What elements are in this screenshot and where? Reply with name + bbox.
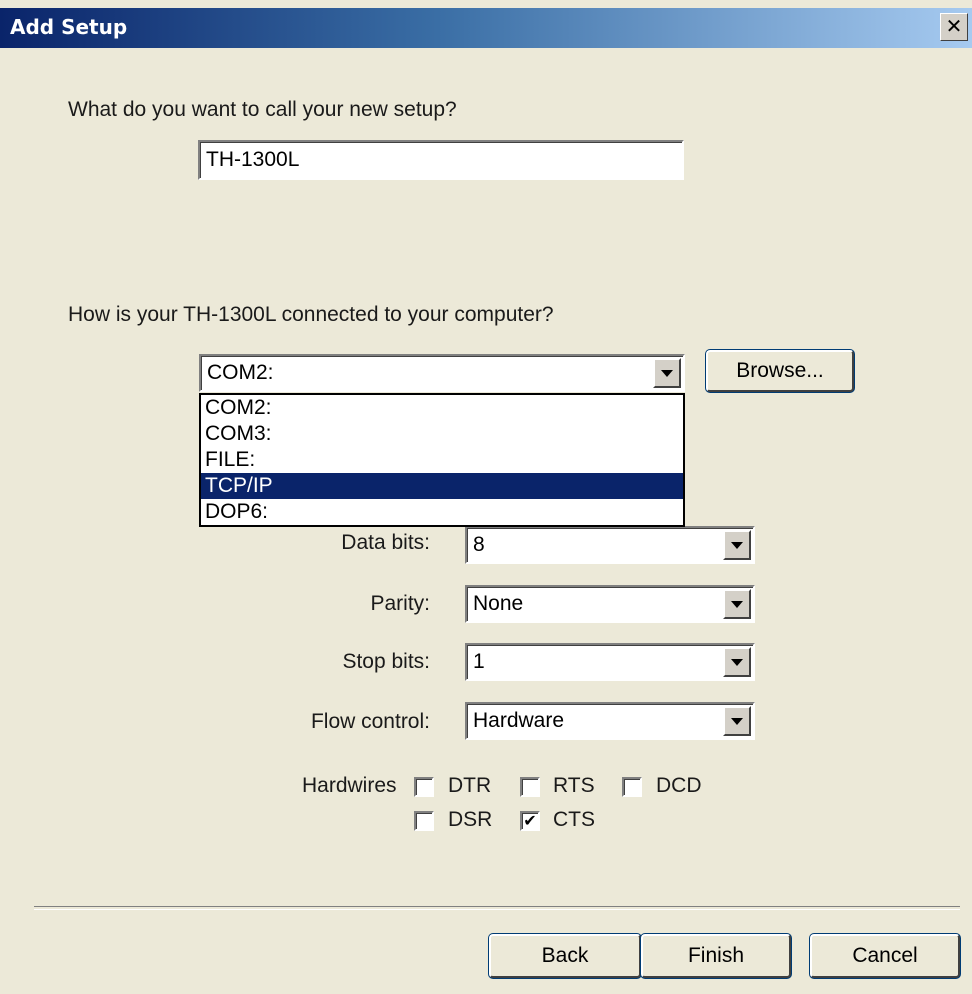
cts-label: CTS bbox=[553, 808, 595, 831]
close-icon[interactable]: ✕ bbox=[940, 13, 968, 41]
port-option[interactable]: COM2: bbox=[201, 395, 683, 421]
dtr-checkbox[interactable] bbox=[414, 777, 434, 797]
dsr-checkbox[interactable] bbox=[414, 811, 434, 831]
footer-divider bbox=[34, 906, 960, 910]
parity-select[interactable]: None bbox=[465, 585, 755, 623]
flow-control-value: Hardware bbox=[473, 709, 565, 732]
stop-bits-value: 1 bbox=[473, 650, 485, 673]
parity-label: Parity: bbox=[370, 592, 430, 615]
dcd-label: DCD bbox=[656, 774, 702, 797]
browse-button[interactable]: Browse... bbox=[706, 350, 854, 392]
port-option[interactable]: COM3: bbox=[201, 421, 683, 447]
chevron-down-icon[interactable] bbox=[723, 530, 751, 560]
port-select[interactable]: COM2: bbox=[199, 354, 685, 392]
flow-control-select[interactable]: Hardware bbox=[465, 702, 755, 740]
rts-label: RTS bbox=[553, 774, 595, 797]
back-button[interactable]: Back bbox=[489, 934, 641, 978]
dtr-label: DTR bbox=[448, 774, 492, 797]
cts-checkbox[interactable]: ✔ bbox=[520, 811, 540, 831]
connection-question-label: How is your TH-1300L connected to your c… bbox=[68, 303, 554, 326]
chevron-down-icon[interactable] bbox=[653, 358, 681, 388]
name-question-label: What do you want to call your new setup? bbox=[68, 98, 457, 121]
chevron-down-icon[interactable] bbox=[723, 589, 751, 619]
title-bar[interactable]: Add Setup ✕ bbox=[0, 8, 972, 48]
window-title: Add Setup bbox=[10, 15, 128, 39]
data-bits-value: 8 bbox=[473, 533, 485, 556]
data-bits-label: Data bits: bbox=[341, 531, 430, 554]
port-option-highlighted[interactable]: TCP/IP bbox=[201, 473, 683, 499]
port-dropdown-list[interactable]: COM2: COM3: FILE: TCP/IP DOP6: bbox=[199, 393, 685, 527]
hardwires-label: Hardwires bbox=[302, 774, 397, 797]
dsr-label: DSR bbox=[448, 808, 493, 831]
chevron-down-icon[interactable] bbox=[723, 706, 751, 736]
port-option[interactable]: FILE: bbox=[201, 447, 683, 473]
add-setup-dialog: Add Setup ✕ What do you want to call you… bbox=[0, 0, 972, 994]
dcd-checkbox[interactable] bbox=[622, 777, 642, 797]
setup-name-input[interactable]: TH-1300L bbox=[198, 140, 684, 180]
flow-control-label: Flow control: bbox=[310, 710, 430, 733]
port-option[interactable]: DOP6: bbox=[201, 499, 683, 525]
stop-bits-select[interactable]: 1 bbox=[465, 643, 755, 681]
finish-button[interactable]: Finish bbox=[641, 934, 791, 978]
port-select-value: COM2: bbox=[207, 361, 274, 384]
cancel-button[interactable]: Cancel bbox=[810, 934, 960, 978]
parity-value: None bbox=[473, 592, 524, 615]
data-bits-select[interactable]: 8 bbox=[465, 526, 755, 564]
chevron-down-icon[interactable] bbox=[723, 647, 751, 677]
stop-bits-label: Stop bits: bbox=[342, 650, 430, 673]
rts-checkbox[interactable] bbox=[520, 777, 540, 797]
